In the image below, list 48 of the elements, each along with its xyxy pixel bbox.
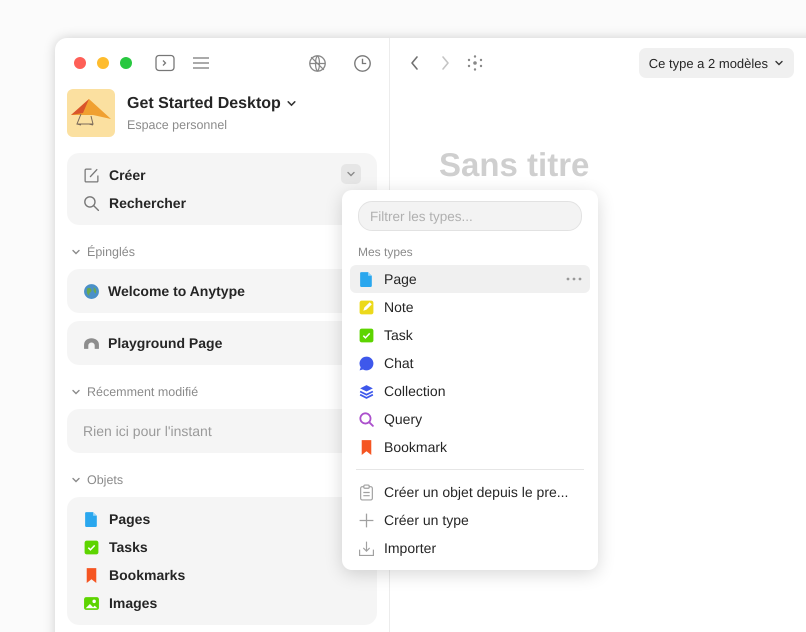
note-icon: [358, 298, 375, 316]
filter-field[interactable]: Filtrer les types...: [358, 201, 582, 231]
menu-action[interactable]: Créer un objet depuis le pre...: [350, 478, 590, 506]
create-button[interactable]: Créer: [83, 161, 361, 189]
space-subtitle: Espace personnel: [127, 118, 228, 132]
chevron-icon: [346, 169, 356, 179]
space-title[interactable]: Get Started Desktop: [127, 94, 297, 112]
dropdown-button[interactable]: [341, 164, 361, 184]
object-type-item[interactable]: Images: [83, 589, 361, 617]
plus-icon: [358, 512, 375, 528]
graph-icon[interactable]: [466, 54, 484, 72]
sidebar-toggle-icon[interactable]: [155, 54, 175, 72]
type-item[interactable]: Bookmark: [350, 433, 590, 461]
search-icon: [83, 194, 100, 212]
offline-globe-icon[interactable]: [308, 54, 327, 72]
checkbox-icon: [358, 326, 375, 344]
layers-icon: [358, 382, 375, 400]
chevron-icon: [774, 58, 784, 68]
type-item[interactable]: Collection: [350, 377, 590, 405]
clipboard-icon: [358, 484, 375, 500]
type-item[interactable]: Query: [350, 405, 590, 433]
page-icon: [358, 270, 375, 288]
globe-icon: [83, 282, 100, 300]
chevron-icon: [71, 387, 81, 397]
clock-icon[interactable]: [353, 54, 372, 72]
zoom-button[interactable]: [120, 57, 132, 69]
search-icon: [358, 410, 375, 428]
edit-icon: [83, 166, 100, 184]
search-button[interactable]: Rechercher: [83, 189, 361, 217]
template-button[interactable]: Ce type a 2 modèles: [638, 48, 794, 78]
chevron-icon: [71, 475, 81, 485]
pinned-title: Playground Page: [108, 335, 222, 351]
group-title: Mes types: [358, 245, 414, 259]
pinned-title: Welcome to Anytype: [108, 283, 245, 299]
empty-message: Rien ici pour l'instant: [83, 422, 213, 441]
chevron-icon: [71, 247, 81, 257]
type-item[interactable]: Page: [350, 265, 590, 293]
download-icon: [358, 540, 375, 556]
chevron-icon: [286, 98, 297, 109]
checkbox-icon: [83, 538, 100, 556]
more-icon: [566, 277, 582, 281]
page-icon: [83, 510, 100, 528]
object-type-item[interactable]: Bookmarks: [83, 561, 361, 589]
space-avatar: [67, 89, 115, 137]
image-icon: [83, 594, 100, 612]
menu-icon[interactable]: [192, 56, 210, 70]
close-button[interactable]: [74, 57, 86, 69]
chat-icon: [358, 354, 375, 372]
